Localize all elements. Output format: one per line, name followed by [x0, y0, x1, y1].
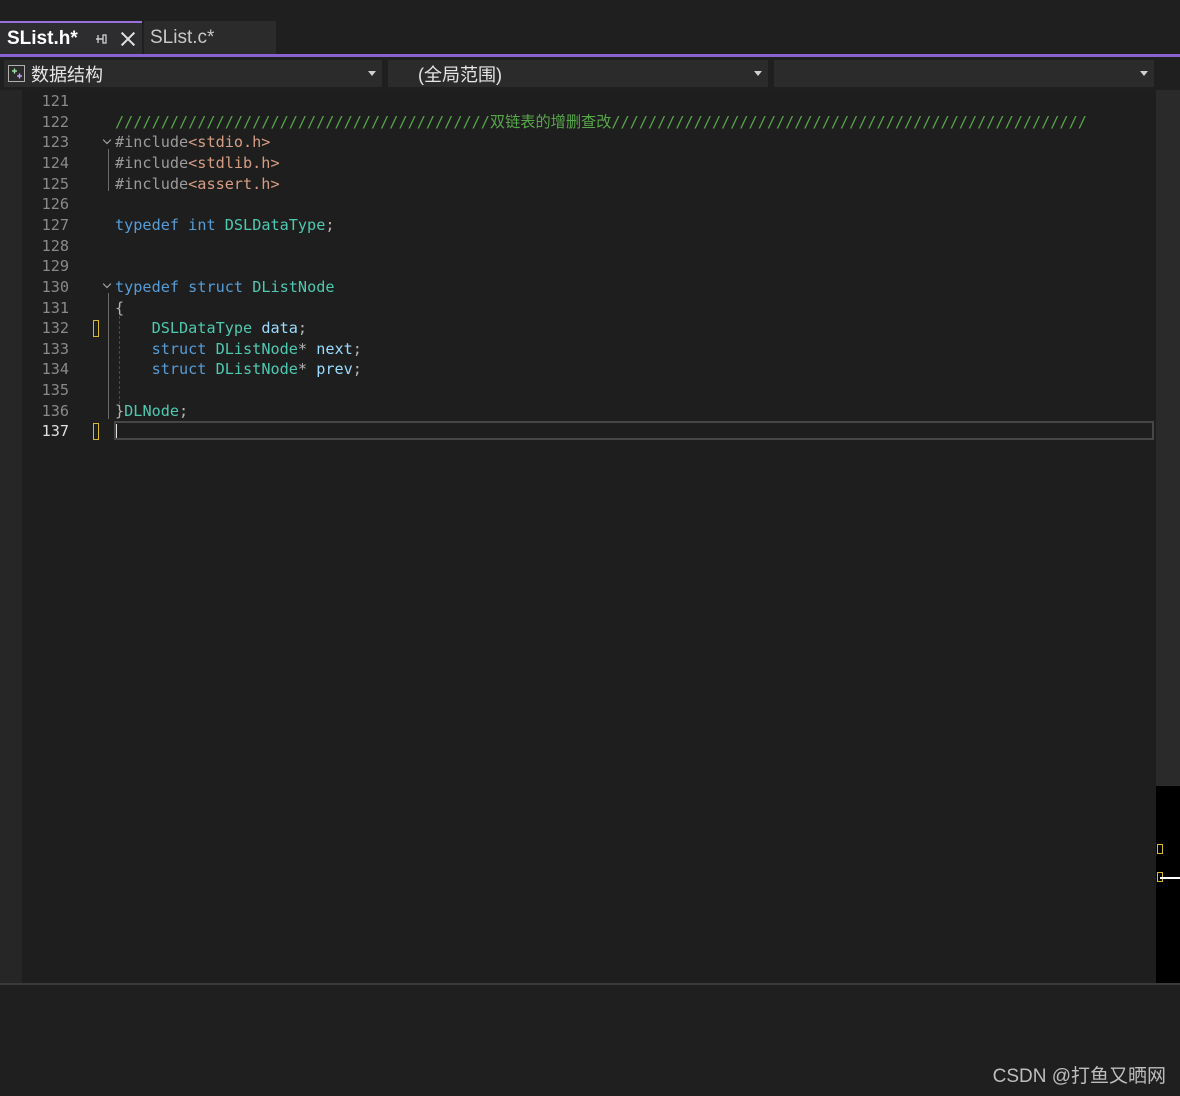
line-number: 133: [41, 339, 69, 358]
scope-dropdown[interactable]: (全局范围): [388, 60, 768, 87]
code-line[interactable]: 132 DSLDataType data;: [22, 318, 1156, 338]
tab-title: SList.h*: [7, 27, 78, 49]
scrollbar-thumb[interactable]: [1156, 786, 1180, 983]
chevron-down-icon: [368, 71, 376, 76]
code-line[interactable]: 123 #include<stdio.h>: [22, 132, 1156, 152]
line-number: 136: [41, 401, 69, 420]
code-text: }DLNode;: [115, 401, 189, 420]
code-text: #include<assert.h>: [115, 174, 280, 193]
line-number: 122: [41, 112, 69, 131]
line-number: 128: [41, 236, 69, 255]
editor-pane: 121 122 //////////////////////////////////…: [0, 90, 1180, 985]
editor-margin-strip: [0, 90, 22, 983]
code-line[interactable]: 133 struct DListNode* next;: [22, 339, 1156, 359]
close-icon[interactable]: [120, 31, 136, 47]
code-text: #include<stdio.h>: [115, 133, 271, 152]
document-tab-strip: SList.h* SList.c*: [0, 0, 1180, 54]
code-text: DSLDataType data;: [151, 319, 308, 338]
project-label: 数据结构: [31, 64, 103, 85]
code-line[interactable]: 136 }DLNode;: [22, 401, 1156, 421]
code-line[interactable]: 122 /////////////////////////////////////…: [22, 112, 1156, 132]
line-number: 125: [41, 174, 69, 193]
line-number: 130: [41, 277, 69, 296]
code-line[interactable]: 134 struct DListNode* prev;: [22, 359, 1156, 379]
code-text: struct DListNode* prev;: [151, 360, 362, 379]
scope-label: (全局范围): [418, 64, 502, 85]
pin-icon[interactable]: [94, 32, 108, 46]
vertical-scrollbar[interactable]: [1156, 90, 1180, 983]
line-number: 132: [41, 319, 69, 338]
code-line[interactable]: 135: [22, 380, 1156, 400]
code-line[interactable]: 131 {: [22, 298, 1156, 318]
code-line[interactable]: 124 #include<stdlib.h>: [22, 153, 1156, 173]
line-number: 135: [41, 381, 69, 400]
line-number: 124: [41, 153, 69, 172]
navigation-bar: 数据结构 (全局范围): [0, 57, 1180, 90]
line-number: 126: [41, 195, 69, 214]
tab-slist-h[interactable]: SList.h*: [0, 21, 142, 54]
member-dropdown[interactable]: [774, 60, 1154, 87]
watermark-text: CSDN @打鱼又晒网: [992, 1066, 1166, 1087]
code-text: typedef int DSLDataType;: [115, 215, 335, 234]
code-editor[interactable]: 121 122 //////////////////////////////////…: [22, 90, 1156, 983]
code-text: ////////////////////////////////////////…: [115, 112, 1087, 131]
code-text: {: [115, 298, 125, 317]
chevron-down-icon: [754, 71, 762, 76]
code-line[interactable]: 126: [22, 194, 1156, 214]
line-number: 131: [41, 298, 69, 317]
code-line[interactable]: 130 typedef struct DListNode: [22, 277, 1156, 297]
code-line[interactable]: 125 #include<assert.h>: [22, 174, 1156, 194]
line-number: 129: [41, 257, 69, 276]
tab-slist-c[interactable]: SList.c*: [144, 21, 276, 54]
line-number: 137: [41, 422, 69, 441]
chevron-down-icon: [1140, 71, 1148, 76]
project-icon: [8, 65, 25, 82]
line-number: 127: [41, 215, 69, 234]
code-line[interactable]: 127 typedef int DSLDataType;: [22, 215, 1156, 235]
bottom-panel: CSDN @打鱼又晒网: [0, 985, 1180, 1096]
code-text: #include<stdlib.h>: [115, 153, 280, 172]
line-number: 123: [41, 133, 69, 152]
tab-title: SList.c*: [150, 26, 215, 48]
code-line[interactable]: 128: [22, 236, 1156, 256]
code-line[interactable]: 137: [22, 421, 1156, 441]
code-text: typedef struct DListNode: [115, 277, 335, 296]
code-text: struct DListNode* next;: [151, 339, 362, 358]
code-line[interactable]: 121: [22, 91, 1156, 111]
scroll-caret-line: [1160, 877, 1180, 879]
line-number: 121: [41, 92, 69, 110]
scroll-change-marker: [1157, 844, 1163, 854]
line-number: 134: [41, 360, 69, 379]
code-line[interactable]: 129: [22, 256, 1156, 276]
project-dropdown[interactable]: 数据结构: [4, 60, 382, 87]
